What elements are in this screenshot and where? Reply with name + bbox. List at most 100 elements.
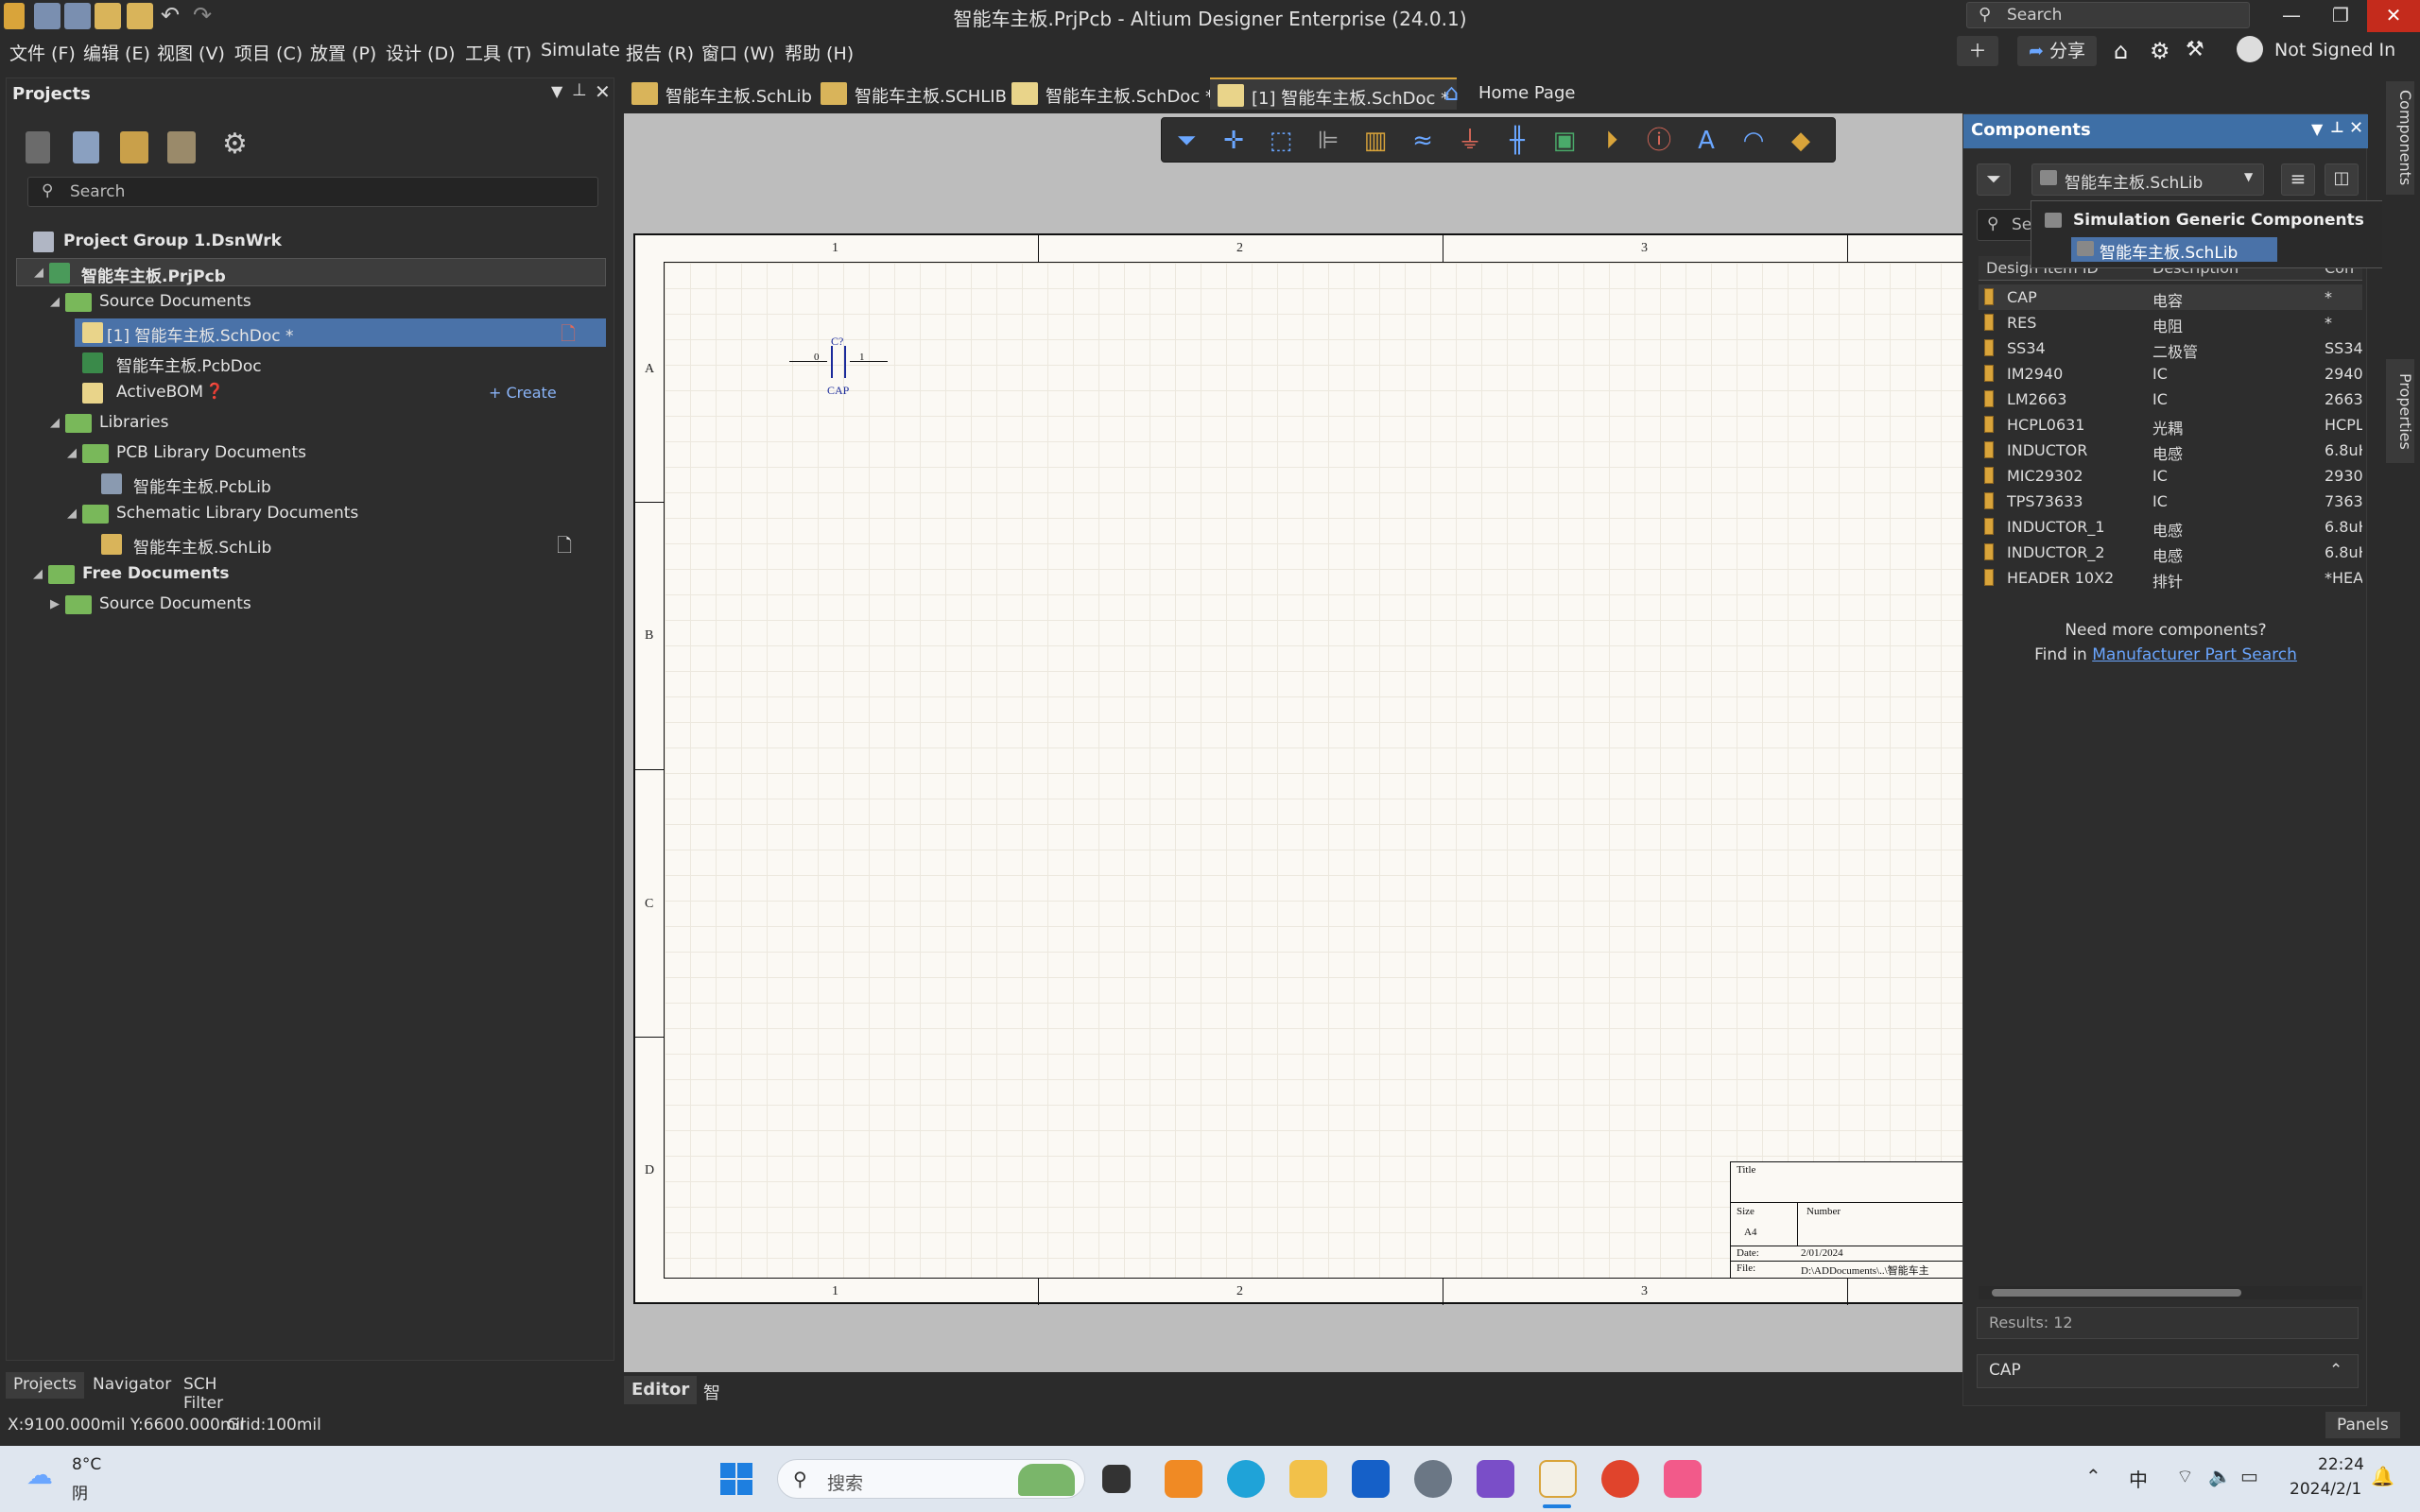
menu-place[interactable]: 放置 (P) (310, 40, 376, 65)
bus-icon[interactable]: ╫ (1502, 126, 1532, 156)
table-row[interactable]: HCPL0631 光耦 HCPL (1979, 412, 2362, 438)
save-project-icon[interactable] (26, 131, 50, 163)
restore-button[interactable]: ❐ (2314, 0, 2367, 32)
side-tab-components[interactable]: Components (2386, 81, 2414, 195)
taskbar-search-input[interactable]: ⚲ 搜索 (777, 1459, 1085, 1499)
menu-help[interactable]: 帮助 (H) (785, 40, 854, 65)
scrollbar-thumb[interactable] (1992, 1289, 2241, 1297)
minimize-button[interactable]: — (2265, 0, 2318, 32)
close-button[interactable]: ✕ (2367, 0, 2420, 32)
shape-icon[interactable]: ◆ (1786, 126, 1816, 156)
table-row[interactable]: INDUCTOR 电感 6.8uH (1979, 438, 2362, 463)
expand-arrow-icon[interactable]: ◢ (34, 266, 43, 280)
weather-cloud-icon[interactable]: ☁ (26, 1459, 53, 1490)
port-icon[interactable]: ⏵ (1597, 126, 1627, 156)
move-icon[interactable]: ✛ (1219, 126, 1249, 156)
clock-date[interactable]: 2024/2/1 (2290, 1480, 2361, 1499)
pin-icon[interactable]: ⊥ (2330, 118, 2344, 136)
clock-time[interactable]: 22:24 (2318, 1455, 2364, 1474)
chrome-browser-icon[interactable] (1601, 1460, 1639, 1498)
tree-item-schematic-library-documents[interactable]: ◢ Schematic Library Documents (16, 500, 606, 528)
menu-reports[interactable]: 报告 (R) (626, 40, 694, 65)
menu-file[interactable]: 文件 (F) (9, 40, 76, 65)
dropdown-option-schlib[interactable]: 智能车主板.SchLib (2071, 237, 2277, 263)
bilibili-app-icon[interactable] (1664, 1460, 1702, 1498)
menu-tools[interactable]: 工具 (T) (465, 40, 531, 65)
user-avatar-icon[interactable] (2237, 36, 2263, 62)
settings-gear-icon[interactable]: ⚙ (222, 128, 248, 161)
sheet-symbol-icon[interactable]: ▣ (1549, 126, 1580, 156)
tree-item-project[interactable]: ◢ 智能车主板.PrjPcb (16, 258, 606, 286)
expand-arrow-icon[interactable]: ◢ (67, 507, 77, 521)
directive-icon[interactable]: ⓘ (1644, 126, 1674, 156)
task-view-icon[interactable] (1102, 1465, 1131, 1493)
tab-schlib[interactable]: 智能车主板.SchLib (624, 77, 820, 110)
security-app-icon[interactable] (1352, 1460, 1390, 1498)
user-status[interactable]: Not Signed In (2274, 40, 2395, 60)
table-row[interactable]: MIC29302 IC 2930 (1979, 463, 2362, 489)
drawing-area[interactable]: C? 0 1 CAP (664, 262, 1962, 1279)
add-comment-button[interactable]: ＋ (1957, 36, 1998, 66)
compile-icon[interactable] (73, 131, 99, 163)
horizontal-scrollbar[interactable] (1979, 1286, 2362, 1299)
panel-menu-icon[interactable]: ▼ (551, 82, 562, 100)
tab-sch-filter[interactable]: SCH Filter (176, 1372, 231, 1413)
tab-projects[interactable]: Projects (6, 1372, 85, 1399)
start-icon[interactable] (720, 1463, 752, 1495)
settings-app-icon[interactable] (1414, 1460, 1452, 1498)
tab-home-page[interactable]: ⌂ Home Page (1437, 77, 1582, 110)
filter-button[interactable]: ⏷ (1977, 163, 2011, 196)
tab-navigator[interactable]: Navigator (85, 1372, 179, 1399)
tree-item-source-documents[interactable]: ◢ Source Documents (16, 288, 606, 317)
layout-toggle-button[interactable]: ◫ (2325, 163, 2359, 196)
wifi-icon[interactable]: ⌔ (2176, 1465, 2194, 1488)
table-row[interactable]: SS34 二极管 SS34 (1979, 335, 2362, 361)
table-row[interactable]: IM2940 IC 2940 (1979, 361, 2362, 387)
tab-editor[interactable]: Editor (624, 1376, 698, 1404)
tree-item-libraries[interactable]: ◢ Libraries (16, 409, 606, 438)
align-icon[interactable]: ⊫ (1313, 126, 1343, 156)
table-row[interactable]: INDUCTOR_1 电感 6.8uH (1979, 514, 2362, 540)
arc-icon[interactable]: ◠ (1738, 126, 1769, 156)
chevron-up-icon[interactable]: ⌃ (2085, 1465, 2101, 1487)
create-bom-link[interactable]: + Create (489, 384, 557, 402)
tree-item-pcblib[interactable]: 智能车主板.PcbLib (16, 470, 606, 498)
ime-indicator[interactable]: 中 (2129, 1465, 2148, 1492)
panel-close-icon[interactable]: ✕ (2349, 118, 2363, 138)
expand-arrow-icon[interactable]: ◢ (50, 416, 60, 430)
weather-temp[interactable]: 8°C (72, 1455, 101, 1474)
table-row[interactable]: CAP 电容 * (1979, 284, 2362, 310)
collapse-arrow-icon[interactable]: ▶ (50, 597, 60, 611)
tree-item-free-documents[interactable]: ◢ Free Documents (16, 560, 606, 589)
capacitor-component[interactable]: C? 0 1 CAP (789, 335, 893, 401)
manufacturer-part-search-link[interactable]: Manufacturer Part Search (2092, 645, 2297, 664)
tree-item-schlib[interactable]: 智能车主板.SchLib 🗋 (16, 530, 606, 558)
pdf-app-icon[interactable] (1165, 1460, 1202, 1498)
global-search-input[interactable]: ⚲ Search (1966, 2, 2250, 28)
home-icon[interactable]: ⌂ (2114, 38, 2128, 64)
projects-search-input[interactable]: ⚲ Search (27, 177, 598, 207)
schematic-canvas[interactable]: 1 2 3 1 2 3 A B C D C? 0 1 CAP Title Siz… (624, 113, 1962, 1372)
filter-icon[interactable]: ⏷ (1171, 126, 1201, 156)
panels-button[interactable]: Panels (2325, 1412, 2400, 1438)
dropdown-option-simulation[interactable]: Simulation Generic Components (2041, 209, 2400, 233)
menu-design[interactable]: 设计 (D) (386, 40, 456, 65)
weather-desc[interactable]: 阴 (72, 1480, 88, 1503)
tab-document-name[interactable]: 智能车主板 (696, 1376, 728, 1502)
tab-schdoc[interactable]: 智能车主板.SchDoc * (1004, 77, 1221, 110)
component-details-header[interactable]: CAP ⌃ (1977, 1354, 2359, 1388)
tab-schlib-upper[interactable]: 智能车主板.SCHLIB (813, 77, 1014, 110)
collapse-up-icon[interactable]: ⌃ (2329, 1361, 2342, 1380)
tree-item-schdoc[interactable]: [1] 智能车主板.SchDoc * 🗋 (75, 318, 606, 347)
select-area-icon[interactable]: ⬚ (1266, 126, 1296, 156)
wire-icon[interactable]: ≈ (1408, 126, 1438, 156)
volume-icon[interactable]: 🔈 (2208, 1465, 2232, 1487)
altium-app-icon[interactable] (1539, 1460, 1577, 1498)
gear-icon[interactable]: ⚙ (2150, 38, 2170, 64)
expand-arrow-icon[interactable]: ◢ (50, 295, 60, 309)
notification-bell-icon[interactable]: 🔔 (2371, 1465, 2394, 1487)
tab-schdoc-active[interactable]: [1] 智能车主板.SchDoc * (1210, 77, 1458, 110)
menu-project[interactable]: 项目 (C) (234, 40, 302, 65)
tree-item-free-source-documents[interactable]: ▶ Source Documents (16, 591, 606, 619)
menu-view[interactable]: 视图 (V) (157, 40, 225, 65)
